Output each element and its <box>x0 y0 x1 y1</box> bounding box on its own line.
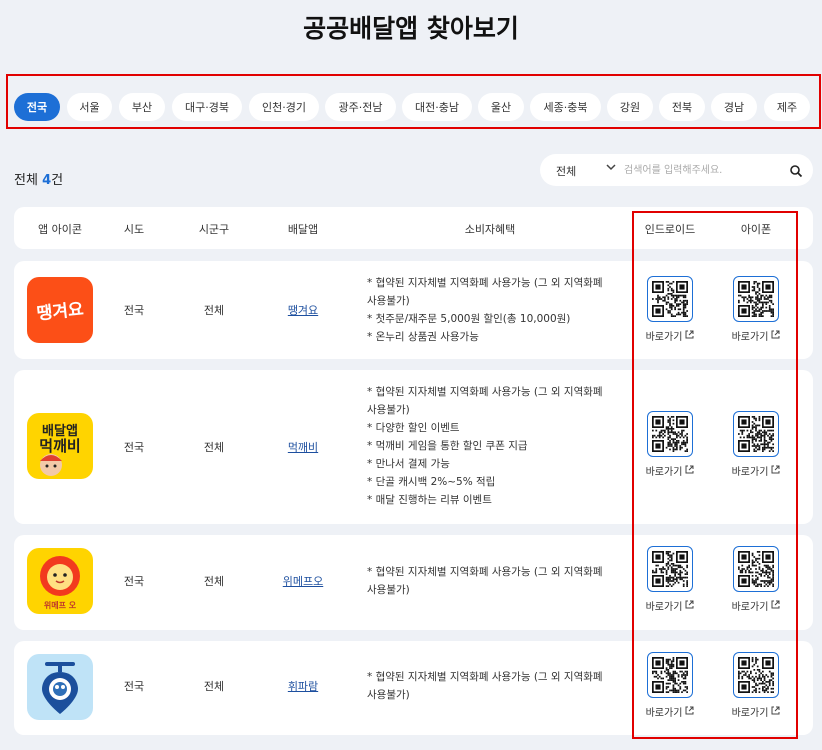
column-header-sido: 시도 <box>123 223 145 236</box>
benefits-list: * 협약된 지자체별 지역화폐 사용가능 (그 외 지역화폐 사용불가) * 다… <box>367 383 617 509</box>
search-category-select[interactable]: 전체 <box>556 163 576 179</box>
result-count-suffix: 건 <box>51 173 64 188</box>
benefits-list: * 협약된 지자체별 지역화폐 사용가능 (그 외 지역화폐 사용불가) <box>367 668 617 704</box>
benefits-list: * 협약된 지자체별 지역화폐 사용가능 (그 외 지역화폐 사용불가) * 첫… <box>367 274 617 346</box>
tab-region-seoul[interactable]: 서울 <box>67 93 112 121</box>
result-count: 전체 4건 <box>14 169 63 188</box>
wemakeprice-o-caption: 위메프 오 <box>43 601 77 610</box>
tab-region-gwangju-jeonnam[interactable]: 광주·전남 <box>325 93 396 121</box>
benefit-item: * 단골 캐시백 2%~5% 적립 <box>367 476 496 488</box>
cell-sido: 전국 <box>123 441 145 454</box>
benefit-item: * 협약된 지자체별 지역화폐 사용가능 (그 외 지역화폐 <box>367 386 603 398</box>
cell-sido: 전국 <box>123 575 145 588</box>
benefit-item: * 협약된 지자체별 지역화폐 사용가능 (그 외 지역화폐 <box>367 671 603 683</box>
search-bar: 전체 <box>540 154 813 186</box>
column-header-app-icon: 앱 아이콘 <box>38 223 82 236</box>
tab-region-incheon-gyeonggi[interactable]: 인천·경기 <box>249 93 319 121</box>
tab-region-jeju[interactable]: 제주 <box>764 93 810 121</box>
column-header-consumer-benefits: 소비자혜택 <box>464 223 516 236</box>
tab-region-gyeongnam[interactable]: 경남 <box>711 93 757 121</box>
tab-region-daegu-gyeongbuk[interactable]: 대구·경북 <box>172 93 242 121</box>
benefit-item: 사용불가) <box>367 404 410 416</box>
search-input[interactable] <box>624 160 784 180</box>
svg-text:땡겨요: 땡겨요 <box>36 300 85 325</box>
meokkaebi-logo-icon: 배달앱 먹깨비 <box>27 413 93 479</box>
tab-region-daejeon-chungnam[interactable]: 대전·충남 <box>402 93 472 121</box>
svg-text:먹깨비: 먹깨비 <box>39 437 80 455</box>
benefit-item: * 협약된 지자체별 지역화폐 사용가능 (그 외 지역화폐 <box>367 277 603 289</box>
cell-sigungu: 전체 <box>203 441 225 454</box>
benefit-item: * 다양한 할인 이벤트 <box>367 422 460 434</box>
tab-region-gangwon[interactable]: 강원 <box>607 93 653 121</box>
benefit-item: * 매달 진행하는 리뷰 이벤트 <box>367 494 492 506</box>
benefit-item: * 첫주문/재주문 5,000원 할인(총 10,000원) <box>367 313 571 325</box>
chevron-down-icon[interactable] <box>606 162 616 175</box>
tab-region-ulsan[interactable]: 울산 <box>478 93 524 121</box>
app-link[interactable]: 휘파람 <box>288 678 318 694</box>
page-title: 공공배달앱 찾아보기 <box>303 14 519 43</box>
cell-sido: 전국 <box>123 680 145 693</box>
benefit-item: * 만나서 결제 가능 <box>367 458 450 470</box>
hwiparam-logo-icon <box>27 654 93 720</box>
benefit-item: 사용불가) <box>367 689 410 701</box>
tab-region-busan[interactable]: 부산 <box>119 93 165 121</box>
benefit-item: 사용불가) <box>367 295 410 307</box>
benefit-item: * 먹깨비 게임을 통한 할인 쿠폰 지급 <box>367 440 528 452</box>
tab-region-nationwide[interactable]: 전국 <box>14 93 60 121</box>
app-link[interactable]: 위메프오 <box>283 573 323 589</box>
search-icon[interactable] <box>789 163 803 178</box>
download-highlight-frame <box>632 211 798 739</box>
column-header-sigungu: 시군구 <box>198 223 230 236</box>
ddanggyeoyo-logo-icon: 땡겨요 <box>27 277 93 343</box>
cell-sigungu: 전체 <box>203 304 225 317</box>
cell-sigungu: 전체 <box>203 575 225 588</box>
result-count-number: 4 <box>42 173 52 188</box>
benefits-list: * 협약된 지자체별 지역화폐 사용가능 (그 외 지역화폐 사용불가) <box>367 563 617 599</box>
cell-sigungu: 전체 <box>203 680 225 693</box>
wemakeprice-o-logo-icon: 위메프 오 <box>27 548 93 614</box>
result-count-prefix: 전체 <box>14 173 38 188</box>
app-link[interactable]: 먹깨비 <box>288 439 318 455</box>
app-link[interactable]: 땡겨요 <box>288 302 318 318</box>
benefit-item: 사용불가) <box>367 584 410 596</box>
cell-sido: 전국 <box>123 304 145 317</box>
tab-region-jeonbuk[interactable]: 전북 <box>659 93 705 121</box>
tab-region-sejong-chungbuk[interactable]: 세종·충북 <box>530 93 601 121</box>
benefit-item: * 온누리 상품권 사용가능 <box>367 331 479 343</box>
benefit-item: * 협약된 지자체별 지역화폐 사용가능 (그 외 지역화폐 <box>367 566 603 578</box>
column-header-delivery-app: 배달앱 <box>287 223 319 236</box>
